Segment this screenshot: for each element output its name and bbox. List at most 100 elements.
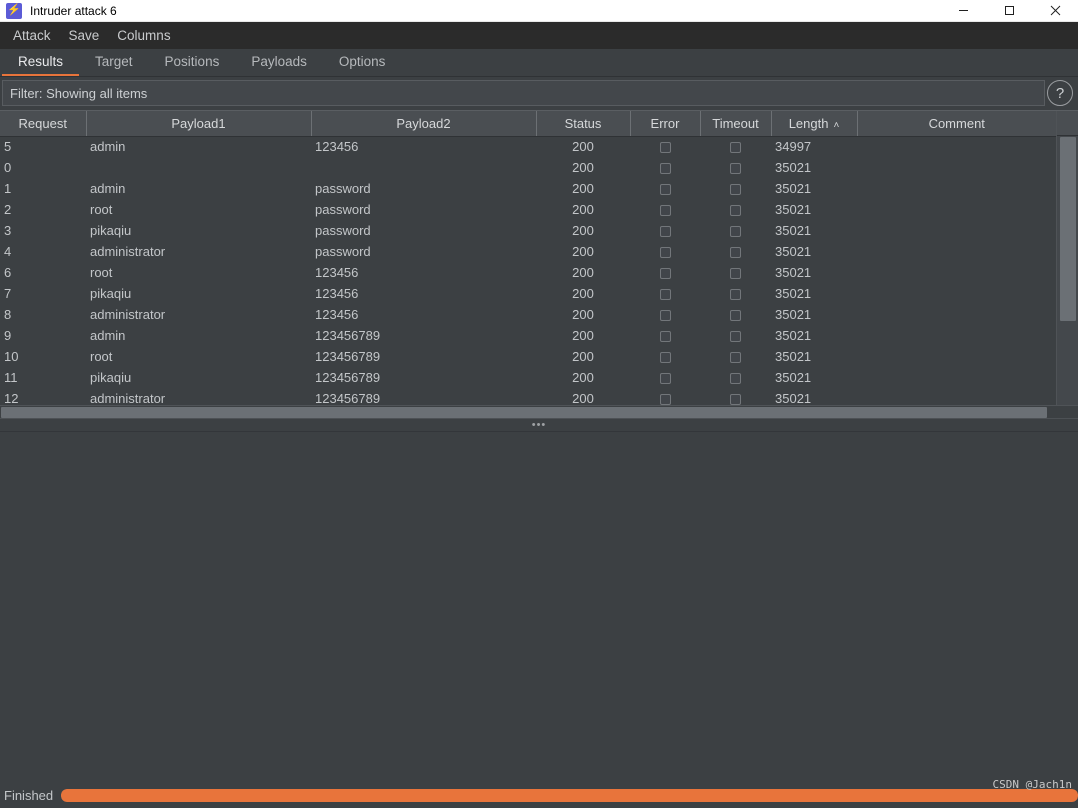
timeout-checkbox[interactable] [730,352,741,364]
vertical-scrollbar-thumb[interactable] [1060,137,1076,321]
cell-request: 7 [4,286,12,301]
cell-status: 200 [572,349,594,364]
table-row[interactable]: 3 pikaqiu password 200 35021 [0,220,1056,241]
filter-bar[interactable]: Filter: Showing all items [2,80,1045,106]
cell-payload2: password [315,181,371,196]
cell-request: 5 [4,139,12,155]
cell-error [630,283,700,304]
tab-payloads[interactable]: Payloads [235,49,323,76]
title-bar: ⚡ Intruder attack 6 [0,0,1078,22]
tab-options[interactable]: Options [323,49,402,76]
timeout-checkbox[interactable] [730,394,741,405]
tab-target[interactable]: Target [79,49,149,76]
cell-error [630,136,700,157]
timeout-checkbox[interactable] [730,163,741,175]
error-checkbox[interactable] [659,163,671,175]
cell-status: 200 [572,328,594,343]
pane-splitter-handle[interactable]: ••• [0,418,1078,432]
cell-status: 200 [572,370,594,385]
table-row[interactable]: 9 admin 123456789 200 35021 [0,325,1056,346]
cell-payload1: admin [90,328,126,343]
column-header-status[interactable]: Status [536,111,631,137]
error-checkbox[interactable] [659,247,671,259]
horizontal-scrollbar[interactable] [0,405,1078,418]
cell-error [630,241,700,262]
table-row[interactable]: 7 pikaqiu 123456 200 35021 [0,283,1056,304]
cell-error [630,346,700,367]
cell-payload1: root [90,265,113,280]
error-checkbox[interactable] [659,289,671,301]
table-row[interactable]: 10 root 123456789 200 35021 [0,346,1056,367]
timeout-checkbox[interactable] [730,373,741,385]
menu-item-columns[interactable]: Columns [108,25,179,46]
timeout-checkbox[interactable] [730,226,741,238]
column-header-error[interactable]: Error [630,111,701,137]
cell-request: 3 [4,223,12,238]
table-row[interactable]: 12 administrator 123456789 200 35021 [0,388,1056,405]
timeout-checkbox[interactable] [730,331,741,343]
table-row[interactable]: 5 admin 123456 200 34997 [0,136,1056,157]
status-bar: Finished CSDN @Jach1n [0,778,1078,808]
error-checkbox[interactable] [659,394,671,405]
cell-length: 35021 [775,328,812,343]
column-header-comment[interactable]: Comment [857,111,1056,137]
maximize-button[interactable] [986,0,1032,22]
cell-status: 200 [572,223,594,238]
error-checkbox[interactable] [659,226,671,238]
error-checkbox[interactable] [659,142,671,154]
cell-request: 1 [4,181,12,196]
cell-length: 35021 [775,244,812,259]
window-title: Intruder attack 6 [30,3,117,18]
cell-request: 0 [4,160,12,175]
table-row[interactable]: 4 administrator password 200 35021 [0,241,1056,262]
table-row[interactable]: 8 administrator 123456 200 35021 [0,304,1056,325]
table-row[interactable]: 11 pikaqiu 123456789 200 35021 [0,367,1056,388]
error-checkbox[interactable] [659,184,671,196]
cell-payload2: 123456789 [315,328,381,343]
table-row[interactable]: 0 200 35021 [0,157,1056,178]
request-response-pane [0,432,1078,782]
error-checkbox[interactable] [659,373,671,385]
error-checkbox[interactable] [659,331,671,343]
tab-results[interactable]: Results [2,49,80,76]
column-header-payload1[interactable]: Payload1 [86,111,312,137]
timeout-checkbox[interactable] [730,184,741,196]
cell-timeout [700,241,771,262]
close-button[interactable] [1032,0,1078,22]
cell-length: 35021 [775,286,812,301]
timeout-checkbox[interactable] [730,289,741,301]
timeout-checkbox[interactable] [730,247,741,259]
error-checkbox[interactable] [659,352,671,364]
error-checkbox[interactable] [659,268,671,280]
table-row[interactable]: 6 root 123456 200 35021 [0,262,1056,283]
cell-status: 200 [572,244,594,259]
cell-payload2: 123456789 [315,349,381,364]
table-row[interactable]: 2 root password 200 35021 [0,199,1056,220]
column-header-timeout[interactable]: Timeout [700,111,772,137]
minimize-button[interactable] [940,0,986,22]
attack-progress-bar [61,788,1078,802]
horizontal-scrollbar-thumb[interactable] [1,407,1047,418]
menu-item-save[interactable]: Save [60,25,109,46]
help-question-icon[interactable]: ? [1047,80,1073,106]
table-viewport: Request Payload1 Payload2 Status Error T… [0,111,1056,405]
cell-status: 200 [572,265,594,280]
timeout-checkbox[interactable] [730,205,741,217]
table-row[interactable]: 1 admin password 200 35021 [0,178,1056,199]
error-checkbox[interactable] [659,310,671,322]
column-header-payload2[interactable]: Payload2 [311,111,537,137]
timeout-checkbox[interactable] [730,268,741,280]
cell-payload1: pikaqiu [90,370,132,385]
vertical-scrollbar[interactable] [1056,111,1078,405]
menu-item-attack[interactable]: Attack [4,25,60,46]
cell-comment [857,241,1056,262]
cell-payload1: administrator [90,391,166,405]
column-header-request[interactable]: Request [0,111,87,137]
timeout-checkbox[interactable] [730,310,741,322]
tab-positions[interactable]: Positions [149,49,236,76]
error-checkbox[interactable] [659,205,671,217]
cell-status: 200 [572,181,594,196]
timeout-checkbox[interactable] [730,142,741,154]
table-header: Request Payload1 Payload2 Status Error T… [0,111,1056,137]
column-header-length[interactable]: Length ˄ [771,111,858,137]
